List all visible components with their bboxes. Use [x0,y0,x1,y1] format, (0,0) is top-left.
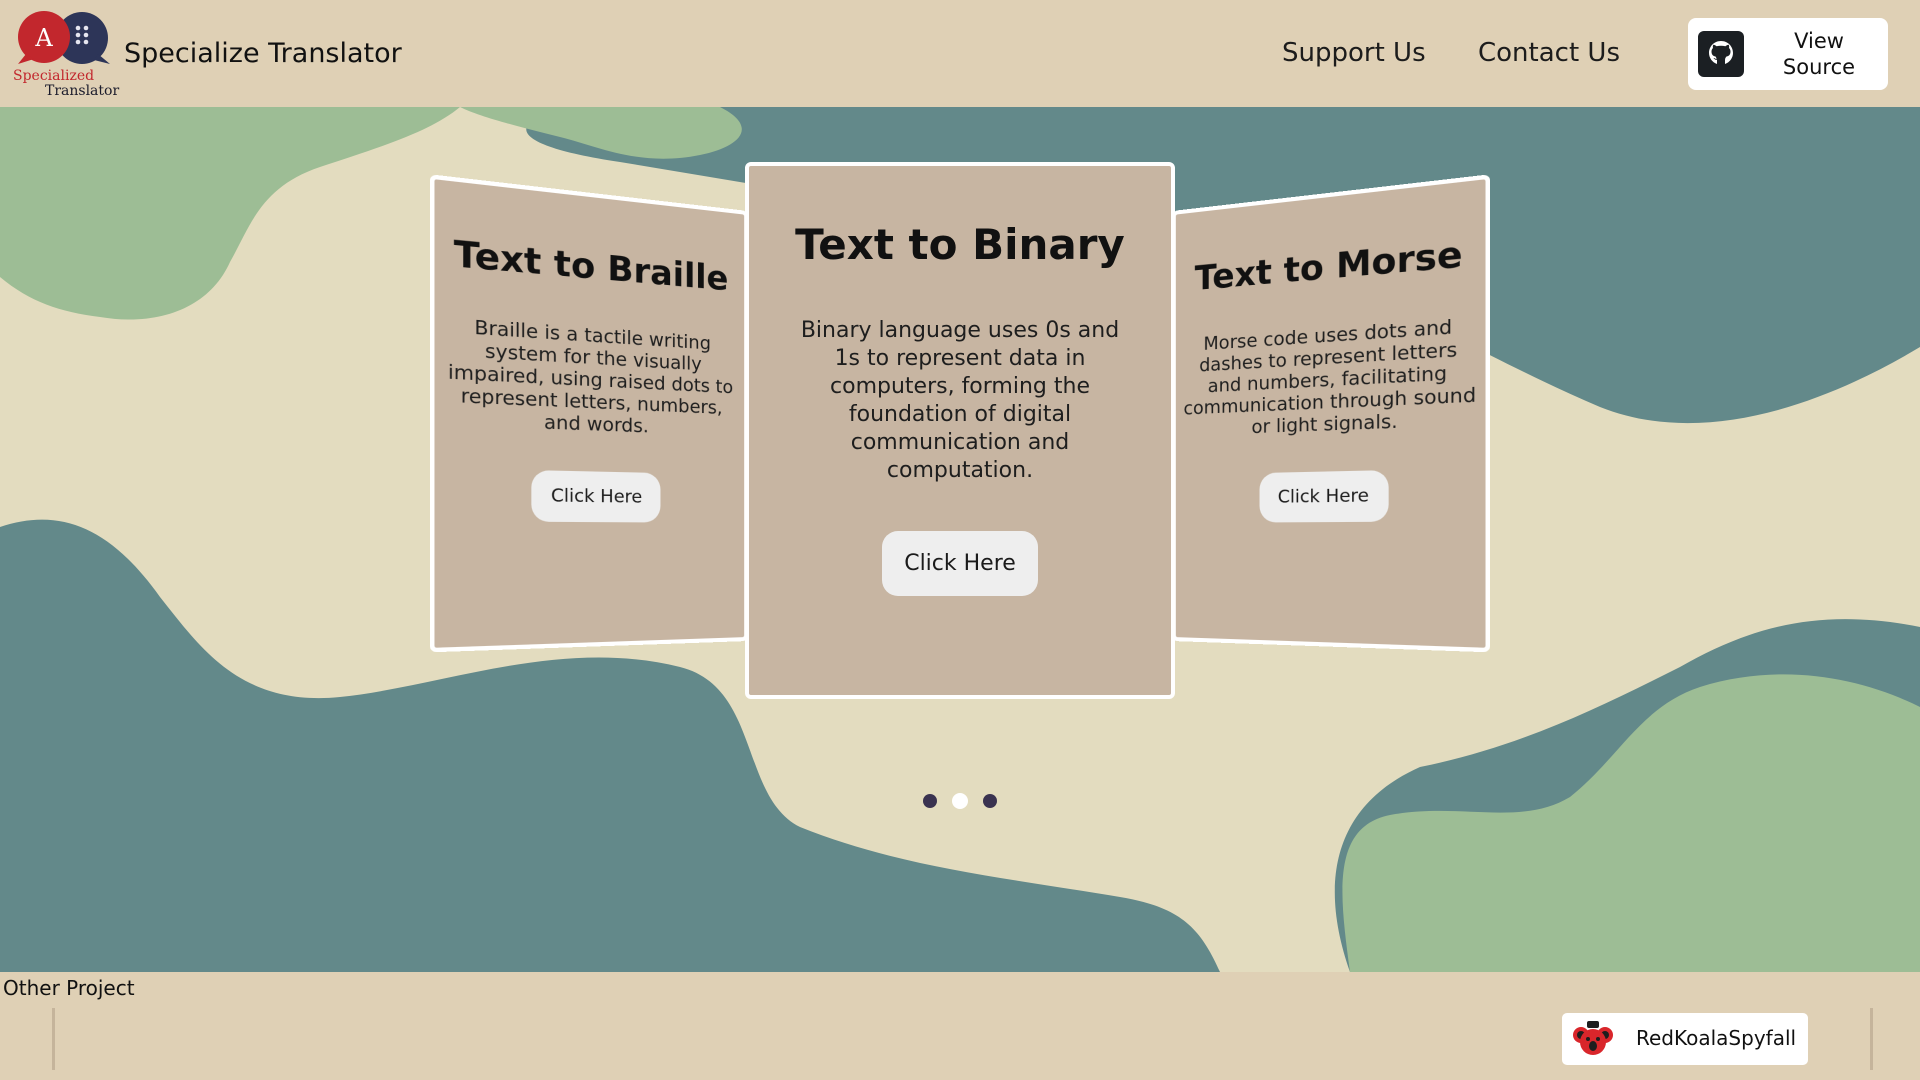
app-title: Specialize Translator [124,38,402,69]
koala-icon [1572,1018,1614,1060]
scroll-right-edge [1870,1008,1873,1070]
nav-support-us[interactable]: Support Us [1282,38,1426,68]
braille-card-description: Braille is a tactile writing system for … [447,316,734,438]
svg-text:A: A [34,24,53,52]
morse-card-title: Text to Morse [1194,232,1463,299]
translator-logo[interactable]: A Specialized Translator [10,2,120,102]
carousel-dot-3[interactable] [983,794,997,808]
github-icon [1698,31,1744,77]
braille-card[interactable]: Text to Braille Braille is a tactile wri… [429,174,748,653]
project-card-redkoalaspyfall[interactable]: RedKoalaSpyfall [1562,1013,1808,1065]
svg-text:Specialized: Specialized [13,68,94,84]
other-projects-section: Other Project RedKoalaSpyfall [0,972,1920,1080]
binary-card[interactable]: Text to Binary Binary language uses 0s a… [745,162,1175,699]
morse-click-here-button[interactable]: Click Here [1259,470,1389,523]
braille-click-here-button[interactable]: Click Here [531,470,661,523]
morse-card[interactable]: Text to Morse Morse code uses dots and d… [1172,174,1491,653]
hero-section: Text to Braille Braille is a tactile wri… [0,107,1920,972]
top-nav-bar: A Specialized Translator Specialize Tran… [0,0,1920,107]
svg-text:Translator: Translator [45,83,119,99]
binary-card-title: Text to Binary [795,220,1125,269]
other-project-heading: Other Project [3,976,135,1000]
braille-card-title: Text to Braille [453,232,729,299]
view-source-button[interactable]: View Source [1688,18,1888,90]
carousel: Text to Braille Braille is a tactile wri… [0,107,1920,972]
view-source-label: View Source [1782,29,1856,79]
nav-contact-us[interactable]: Contact Us [1478,38,1620,68]
binary-click-here-button[interactable]: Click Here [882,531,1038,596]
binary-card-description: Binary language uses 0s and 1s to repres… [800,318,1120,483]
project-name: RedKoalaSpyfall [1636,1026,1797,1050]
carousel-dot-1[interactable] [923,794,937,808]
scroll-left-edge [52,1008,55,1070]
carousel-dot-2[interactable] [952,793,968,809]
morse-card-description: Morse code uses dots and dashes to repre… [1183,315,1477,439]
